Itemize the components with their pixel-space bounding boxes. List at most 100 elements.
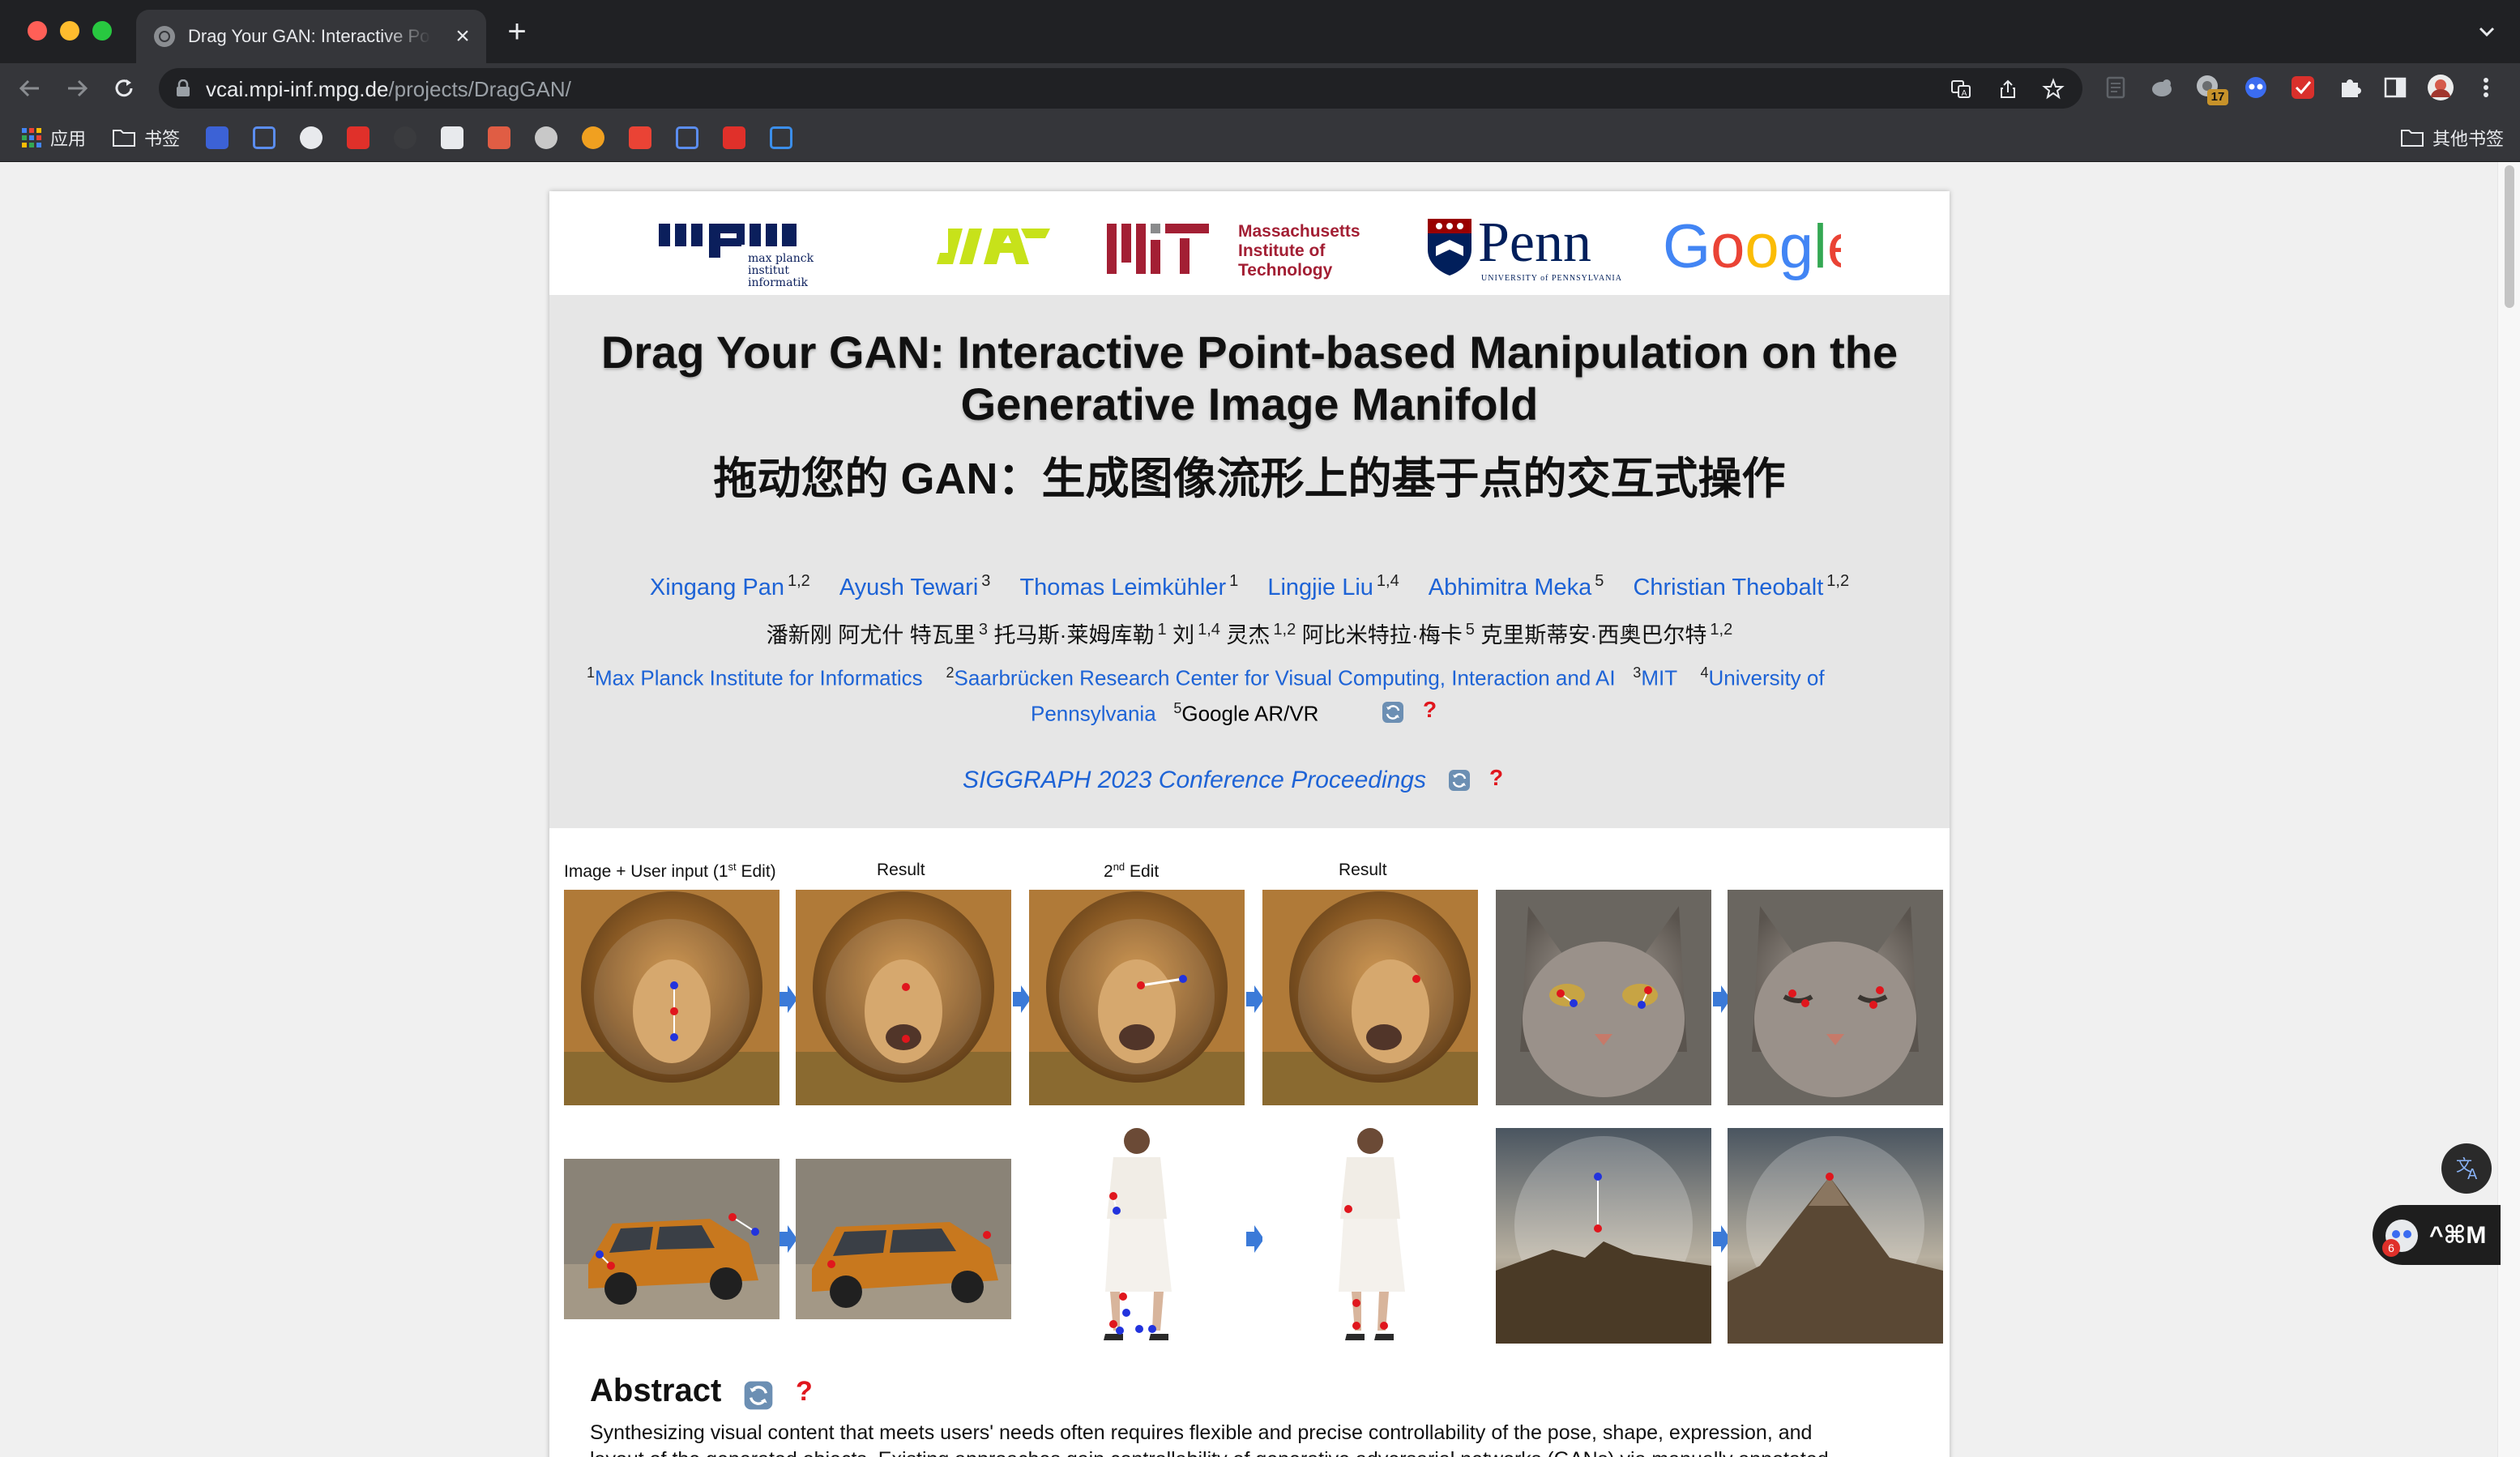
mit-logo-text: Massachusetts Institute of Technology: [1238, 222, 1360, 280]
author-link[interactable]: Xingang Pan 1,2: [650, 572, 810, 600]
mit-logo-mark: [1107, 224, 1209, 274]
star-bookmark-icon[interactable]: [2042, 78, 2065, 100]
bookmark-apps[interactable]: 应用: [21, 122, 86, 154]
new-tab-button[interactable]: +: [501, 15, 533, 49]
author-name: Lingjie Liu: [1267, 574, 1373, 600]
project-page: max planck institut informatik Massachus…: [549, 191, 1950, 1457]
conference-link[interactable]: SIGGRAPH 2023 Conference Proceedings: [963, 767, 1426, 794]
scrollbar-thumb[interactable]: [2505, 165, 2514, 308]
close-window-button[interactable]: [28, 21, 47, 41]
github-icon: [300, 126, 322, 149]
bookmark-circle[interactable]: [394, 122, 416, 154]
tab-title: Drag Your GAN: Interactive Poi: [188, 26, 431, 46]
profile-avatar[interactable]: [2426, 73, 2455, 102]
author-name: Thomas Leimkühler: [1019, 574, 1227, 600]
reload-icon[interactable]: [109, 73, 139, 104]
red-g-icon: [347, 126, 369, 149]
extension-ghost-icon[interactable]: [2241, 73, 2270, 102]
side-panel-icon[interactable]: [2381, 73, 2410, 102]
author-link[interactable]: Christian Theobalt 1,2: [1633, 572, 1850, 600]
back-arrow-icon[interactable]: [15, 73, 45, 104]
lion-second-input-image: [1029, 890, 1245, 1105]
bookmark-gmail[interactable]: [629, 122, 651, 154]
translate-page-icon[interactable]: A: [1950, 78, 1972, 100]
bookmark-other[interactable]: 其他书签: [2400, 122, 2504, 154]
bookmark-vscode[interactable]: [770, 122, 792, 154]
bookmark-bilibili[interactable]: [253, 122, 275, 154]
affiliation-list: 1Max Planck Institute for Informatics 2S…: [587, 664, 1916, 691]
reading-list-icon[interactable]: [2102, 73, 2131, 102]
author-zh-sup: 1: [1157, 621, 1167, 639]
refresh-translate-icon[interactable]: [742, 1379, 775, 1412]
question-icon[interactable]: ?: [1423, 697, 1437, 723]
refresh-translate-icon[interactable]: [1381, 700, 1405, 724]
author-zh-text: 阿比米特拉·梅卡: [1301, 623, 1463, 647]
minimize-window-button[interactable]: [60, 21, 79, 41]
bookmark-g-red[interactable]: [347, 122, 369, 154]
author-link[interactable]: Thomas Leimkühler 1: [1019, 572, 1239, 600]
google-logo[interactable]: Google: [1663, 214, 1841, 280]
extension-badge-icon[interactable]: 17: [2194, 73, 2228, 105]
zoom-window-button[interactable]: [92, 21, 112, 41]
author-zh-sup: 1,2: [1710, 621, 1733, 639]
author-affil-sup: 1: [1229, 572, 1239, 590]
caption-text: Edit): [736, 862, 776, 881]
vcai-logo[interactable]: [932, 220, 1053, 276]
cat-input-image: [1496, 890, 1711, 1105]
vertical-scrollbar[interactable]: [2497, 162, 2520, 1457]
translate-button[interactable]: 文 A: [2441, 1143, 2492, 1194]
affiliation-link[interactable]: MIT: [1641, 666, 1676, 690]
forward-arrow-icon[interactable]: [62, 73, 92, 104]
mpii-logo[interactable]: max planck institut informatik: [659, 220, 837, 289]
question-icon[interactable]: ?: [796, 1376, 813, 1408]
bookmark-chip[interactable]: [488, 122, 510, 154]
puzzle-extensions-icon[interactable]: [2335, 73, 2364, 102]
extension-check-icon[interactable]: [2288, 73, 2317, 102]
woman-input-image: [1029, 1122, 1245, 1357]
abstract-line: Synthesizing visual content that meets u…: [590, 1421, 1813, 1444]
address-bar[interactable]: vcai.mpi-inf.mpg.de/projects/DragGAN/ A: [159, 68, 2082, 109]
share-icon[interactable]: [1997, 78, 2019, 100]
tab-close-button[interactable]: ×: [449, 23, 476, 50]
bookmark-bilibili-2[interactable]: [676, 122, 698, 154]
tab-active[interactable]: Drag Your GAN: Interactive Poi ×: [136, 10, 486, 63]
lion-input-image: [564, 890, 779, 1105]
question-icon[interactable]: ?: [1489, 765, 1503, 791]
affiliation-link[interactable]: University of: [1709, 666, 1825, 690]
notification-badge: 6: [2382, 1239, 2400, 1257]
author-link[interactable]: Abhimitra Meka 5: [1429, 572, 1604, 600]
tv-icon: [676, 126, 698, 149]
affiliation-list-continued: Pennsylvania 5Google AR/VR: [1031, 700, 1517, 727]
refresh-translate-icon[interactable]: [1447, 768, 1471, 793]
bookmark-g-red-2[interactable]: [723, 122, 745, 154]
page-title-line-2: Generative Image Manifold: [960, 378, 1539, 429]
chevron-down-icon[interactable]: [2475, 19, 2499, 44]
penn-logo[interactable]: Penn UNIVERSITY of PENNSYLVANIA: [1426, 212, 1621, 285]
svg-text:A: A: [1962, 89, 1967, 98]
author-link[interactable]: Ayush Tewari 3: [839, 572, 991, 600]
bookmark-rocket[interactable]: [582, 122, 604, 154]
caption-result-2: Result: [1339, 861, 1387, 879]
bookmark-baidu[interactable]: [206, 122, 229, 154]
extension-bird-icon[interactable]: [2147, 73, 2176, 102]
bookmarks-bar: 应用 书签 其他书签: [0, 113, 2520, 162]
bookmark-github[interactable]: [300, 122, 322, 154]
more-menu-icon[interactable]: [2471, 73, 2501, 102]
shortcut-widget[interactable]: 6 ^⌘M: [2373, 1205, 2501, 1265]
bookmark-mask[interactable]: [441, 122, 463, 154]
affiliation-text: Google AR/VR: [1181, 701, 1319, 726]
bookmark-folder[interactable]: 书签: [112, 122, 180, 154]
bookmark-bird[interactable]: [535, 122, 557, 154]
affiliation-link[interactable]: Pennsylvania: [1031, 702, 1156, 726]
lock-icon: [177, 79, 190, 96]
author-link[interactable]: Lingjie Liu 1,4: [1267, 572, 1399, 600]
caption-text: 2: [1104, 862, 1113, 881]
mountain-result-image: [1728, 1128, 1943, 1344]
affiliation-link[interactable]: Max Planck Institute for Informatics: [595, 666, 923, 690]
car-result-image: [796, 1159, 1011, 1319]
mit-logo[interactable]: Massachusetts Institute of Technology: [1107, 219, 1382, 280]
mpii-logo-text: max planck institut informatik: [748, 252, 814, 289]
author-affil-sup: 1,2: [1826, 572, 1850, 590]
affiliation-link[interactable]: Saarbrücken Research Center for Visual C…: [955, 666, 1616, 690]
rocket-icon: [582, 126, 604, 149]
